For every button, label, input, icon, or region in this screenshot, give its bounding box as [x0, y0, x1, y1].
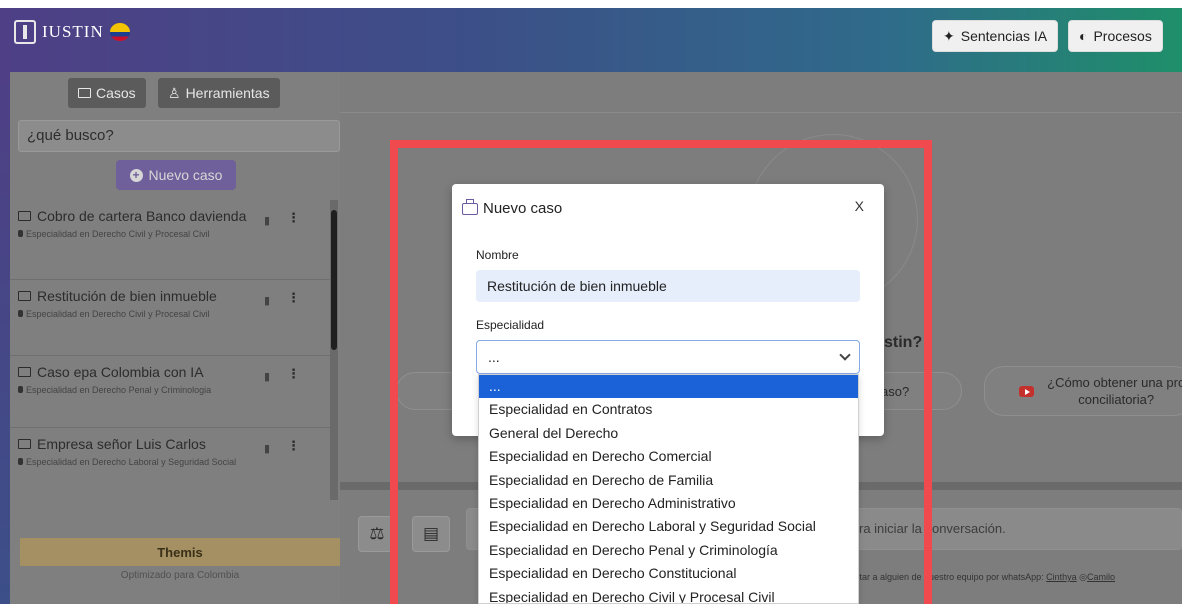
specialty-option[interactable]: Especialidad en Derecho de Familia [479, 469, 858, 492]
case-specialty: Especialidad en Derecho Civil y Procesal… [26, 309, 210, 319]
folder-icon [18, 367, 31, 377]
attachment-icon[interactable]: ▮ [264, 370, 270, 383]
suggestion-pill-conciliation[interactable]: ¿Cómo obtener una pro conciliatoria? [984, 366, 1182, 416]
pin-icon [18, 458, 23, 465]
case-specialty: Especialidad en Derecho Civil y Procesal… [26, 229, 210, 239]
list-item[interactable]: Restitución de bien inmueble Especialida… [10, 280, 330, 356]
case-title: Restitución de bien inmueble [37, 288, 217, 304]
specialty-option[interactable]: Especialidad en Derecho Constitucional [479, 562, 858, 585]
folder-icon [78, 88, 91, 98]
pin-icon [18, 230, 23, 237]
logo-text: IUSTIN [42, 22, 104, 41]
close-button[interactable]: X [855, 198, 864, 214]
case-title: Empresa señor Luis Carlos [37, 436, 206, 452]
procesos-icon: ◐ [1079, 28, 1088, 44]
specialty-select-value: ... [488, 349, 500, 365]
plus-icon: + [129, 168, 143, 182]
specialty-select[interactable]: ... [476, 340, 860, 374]
specialty-option[interactable]: Especialidad en Derecho Penal y Criminol… [479, 539, 858, 562]
tab-casos-label: Casos [96, 85, 136, 101]
welcome-question: stin? [884, 334, 923, 351]
tab-herramientas[interactable]: ♙ Herramientas [158, 78, 280, 108]
stamp-icon[interactable]: ⚖ [358, 516, 396, 552]
logo-mark-icon [14, 20, 36, 44]
main-divider [340, 112, 1182, 113]
list-item[interactable]: Caso epa Colombia con IA Especialidad en… [10, 356, 330, 428]
list-item[interactable]: Cobro de cartera Banco davienda Especial… [10, 200, 330, 280]
chevron-down-icon [839, 349, 851, 361]
sidebar-scrollbar-thumb[interactable] [331, 210, 337, 350]
specialty-dropdown: ... Especialidad en Contratos General de… [478, 374, 859, 604]
folder-icon [18, 211, 31, 221]
name-field[interactable]: Restitución de bien inmueble [476, 270, 860, 302]
tab-casos[interactable]: Casos [68, 78, 146, 108]
chat-placeholder: ra iniciar la conversación. [859, 521, 1006, 536]
case-specialty: Especialidad en Derecho Laboral y Seguri… [26, 457, 237, 467]
themis-banner[interactable]: Themis [20, 538, 340, 566]
suggestion-pill-text: ¿Cómo obtener una pro conciliatoria? [1047, 375, 1182, 407]
pin-icon [18, 310, 23, 317]
briefcase-icon [462, 198, 478, 215]
more-options-icon[interactable]: ⋮ [287, 438, 300, 454]
new-case-label: Nuevo caso [148, 167, 223, 183]
list-item[interactable]: Empresa señor Luis Carlos Especialidad e… [10, 428, 330, 496]
specialty-option[interactable]: Especialidad en Derecho Laboral y Seguri… [479, 515, 858, 538]
specialty-option[interactable]: Especialidad en Contratos [479, 398, 858, 421]
document-icon[interactable]: ▤ [412, 516, 450, 552]
app-logo[interactable]: IUSTIN [14, 20, 130, 44]
specialty-option[interactable]: General del Derecho [479, 422, 858, 445]
search-input[interactable]: ¿qué busco? [18, 120, 340, 152]
contact-note-text: actar a alguien de nuestro equipo por wh… [850, 572, 1047, 582]
more-options-icon[interactable]: ⋮ [287, 290, 300, 306]
suggestion-pill-text: aso? [881, 383, 910, 399]
attachment-icon[interactable]: ▮ [264, 294, 270, 307]
pin-icon [18, 386, 23, 393]
tab-herramientas-label: Herramientas [185, 85, 270, 101]
more-options-icon[interactable]: ⋮ [287, 366, 300, 382]
sentencias-ia-label: Sentencias IA [960, 28, 1048, 44]
top-strip [0, 0, 1182, 8]
contact-link-camilo[interactable]: Camilo [1087, 572, 1115, 582]
specialty-option[interactable]: Especialidad en Derecho Comercial [479, 445, 858, 468]
sentencias-ia-button[interactable]: ✦ Sentencias IA [932, 20, 1059, 52]
colombia-flag-icon [109, 23, 130, 41]
tools-icon: ♙ [168, 84, 181, 101]
specialty-option[interactable]: Especialidad en Derecho Civil y Procesal… [479, 586, 858, 603]
case-title: Cobro de cartera Banco davienda [37, 208, 247, 224]
attachment-icon[interactable]: ▮ [264, 214, 270, 227]
whatsapp-icon: ◎ [1079, 572, 1088, 582]
case-specialty: Especialidad en Derecho Penal y Criminol… [26, 385, 212, 395]
specialty-option[interactable]: Especialidad en Derecho Administrativo [479, 492, 858, 515]
specialty-option[interactable]: ... [479, 375, 858, 399]
name-label: Nombre [476, 248, 519, 262]
folder-icon [18, 439, 31, 449]
themis-subtitle: Optimizado para Colombia [120, 570, 240, 581]
new-case-button[interactable]: + Nuevo caso [116, 160, 236, 190]
youtube-icon [1019, 385, 1035, 397]
procesos-button[interactable]: ◐ Procesos [1068, 20, 1163, 52]
modal-title: Nuevo caso [462, 198, 563, 217]
case-list: Cobro de cartera Banco davienda Especial… [10, 200, 330, 500]
contact-note: actar a alguien de nuestro equipo por wh… [850, 572, 1115, 583]
sidebar: Casos ♙ Herramientas ¿qué busco? + Nuevo… [10, 72, 340, 604]
case-title: Caso epa Colombia con IA [37, 364, 204, 380]
sparkle-icon: ✦ [943, 27, 955, 44]
modal-title-text: Nuevo caso [483, 200, 563, 217]
specialty-label: Especialidad [476, 318, 545, 332]
attachment-icon[interactable]: ▮ [264, 442, 270, 455]
folder-icon [18, 291, 31, 301]
contact-link-cinthya[interactable]: Cinthya [1046, 572, 1077, 582]
more-options-icon[interactable]: ⋮ [287, 210, 300, 226]
procesos-label: Procesos [1093, 28, 1152, 44]
